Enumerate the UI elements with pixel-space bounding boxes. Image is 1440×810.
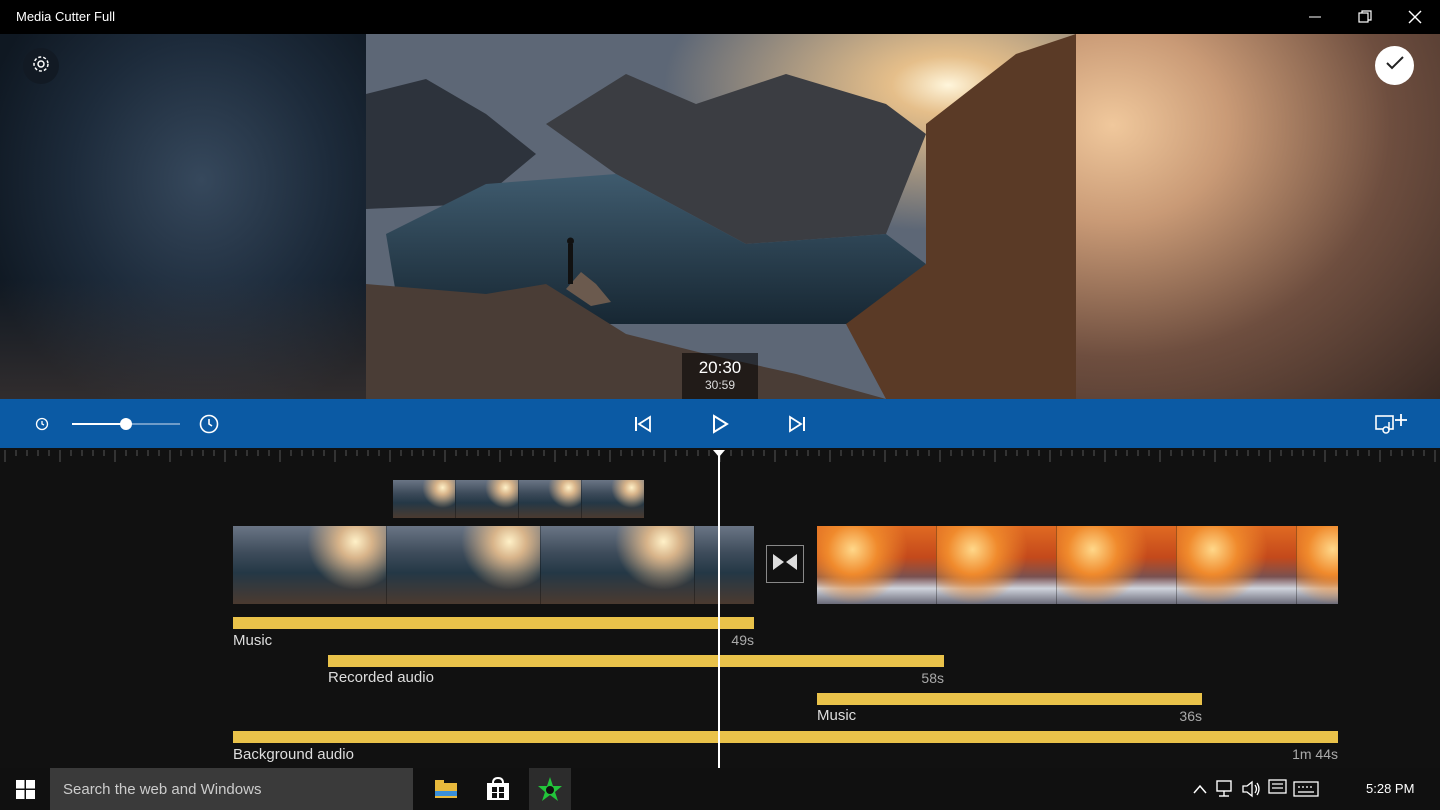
bridge-thumbnail xyxy=(1177,526,1297,604)
audio-label-music-2: Music xyxy=(817,707,857,724)
settings-button[interactable] xyxy=(23,48,59,84)
audio-bar-music-1[interactable] xyxy=(233,617,754,629)
media-cutter-taskbar-app[interactable] xyxy=(529,768,571,810)
overlay-thumbnail xyxy=(456,480,519,518)
audio-duration-music-2: 36s xyxy=(1179,708,1202,724)
store-icon[interactable] xyxy=(486,776,510,806)
audio-label-recorded: Recorded audio xyxy=(328,669,434,686)
current-time: 20:30 xyxy=(698,358,742,377)
audio-label-background: Background audio xyxy=(233,746,354,763)
skip-previous-icon[interactable] xyxy=(633,414,653,439)
windows-start-icon[interactable] xyxy=(16,780,35,804)
audio-duration-recorded: 58s xyxy=(921,670,944,686)
app-star-icon xyxy=(537,776,563,807)
play-icon[interactable] xyxy=(710,414,730,439)
audio-duration-background: 1m 44s xyxy=(1292,746,1338,762)
blurred-background-right xyxy=(1076,34,1440,399)
preview-image xyxy=(366,34,1076,399)
minimize-icon[interactable] xyxy=(1292,0,1338,34)
taskbar: Search the web and Windows 5:28 PM xyxy=(0,768,1440,810)
gear-icon xyxy=(31,54,51,79)
video-clip-bridge[interactable] xyxy=(817,526,1338,604)
fjord-thumbnail xyxy=(695,526,754,604)
fjord-thumbnail xyxy=(541,526,695,604)
audio-duration-music-1: 49s xyxy=(731,632,754,648)
notifications-icon[interactable] xyxy=(1268,779,1288,804)
chevron-up-icon[interactable] xyxy=(1193,782,1207,800)
bridge-thumbnail xyxy=(817,526,937,604)
fjord-thumbnail xyxy=(233,526,387,604)
speed-slider-thumb[interactable] xyxy=(120,418,132,430)
overlay-thumbnail xyxy=(582,480,644,518)
playhead[interactable] xyxy=(713,450,725,768)
audio-label-music-1: Music xyxy=(233,632,273,649)
bridge-thumbnail xyxy=(937,526,1057,604)
search-placeholder: Search the web and Windows xyxy=(63,781,262,798)
fjord-thumbnail xyxy=(387,526,541,604)
bridge-thumbnail xyxy=(1297,526,1338,604)
preview-timestamp: 20:30 30:59 xyxy=(682,353,758,399)
network-icon[interactable] xyxy=(1216,780,1236,803)
close-icon[interactable] xyxy=(1392,0,1438,34)
file-explorer-icon[interactable] xyxy=(434,778,458,805)
transition-icon xyxy=(772,553,798,576)
playback-control-bar xyxy=(0,399,1440,448)
skip-next-icon[interactable] xyxy=(787,414,807,439)
search-box[interactable]: Search the web and Windows xyxy=(50,768,413,810)
title-bar: Media Cutter Full xyxy=(0,0,1440,34)
bridge-thumbnail xyxy=(1057,526,1177,604)
window-title: Media Cutter Full xyxy=(16,9,115,24)
confirm-button[interactable] xyxy=(1375,46,1414,85)
overlay-thumbnail xyxy=(519,480,582,518)
overlay-thumbnail xyxy=(393,480,456,518)
speed-slider[interactable] xyxy=(72,417,180,431)
total-time: 30:59 xyxy=(704,378,736,392)
video-preview: 20:30 30:59 xyxy=(0,34,1440,399)
checkmark-icon xyxy=(1385,55,1405,76)
overlay-clip-track[interactable] xyxy=(393,480,644,518)
blurred-background-left xyxy=(0,34,366,399)
volume-icon[interactable] xyxy=(1242,780,1262,803)
clock-icon[interactable] xyxy=(199,414,219,439)
keyboard-icon[interactable] xyxy=(1293,781,1319,802)
audio-bar-recorded[interactable] xyxy=(328,655,944,667)
add-media-icon[interactable] xyxy=(1374,412,1416,441)
audio-bar-background[interactable] xyxy=(233,731,1338,743)
audio-bar-music-2[interactable] xyxy=(817,693,1202,705)
restore-icon[interactable] xyxy=(1342,0,1388,34)
video-clip-fjord[interactable] xyxy=(233,526,754,604)
clock-small-icon xyxy=(35,417,49,436)
taskbar-clock[interactable]: 5:28 PM xyxy=(1366,781,1414,796)
transition-button[interactable] xyxy=(766,545,804,583)
